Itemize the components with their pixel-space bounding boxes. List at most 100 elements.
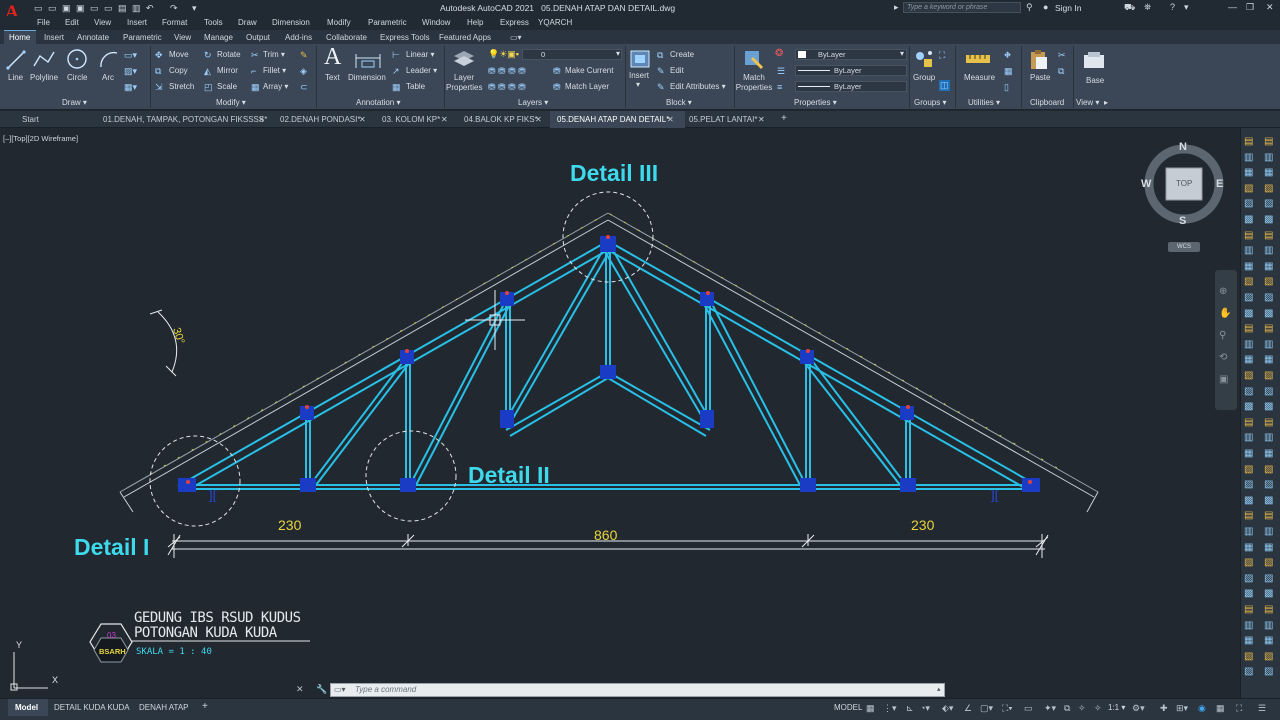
toolbar-tool-icon[interactable]: ▩ [1264,495,1273,506]
isodraft-icon[interactable]: ⬖▾ [942,703,953,714]
isolate-objects-icon[interactable]: ◉ [1198,703,1206,714]
toolbar-tool-icon[interactable]: ▩ [1244,495,1253,506]
utilities-panel-title[interactable]: Utilities ▾ [968,98,1000,107]
leader-button[interactable]: Leader ▾ [406,66,437,75]
toolbar-tool-icon[interactable]: ▥ [1244,245,1253,256]
scale-button[interactable]: Scale [217,82,237,91]
tab-view[interactable]: View [174,33,191,42]
explode-icon[interactable]: ◈ [300,66,307,77]
viewcube-north[interactable]: N [1179,141,1187,153]
new-tab-plus-icon[interactable]: + [781,113,787,124]
file-tab-close-icon[interactable]: ✕ [359,115,366,124]
measure-icon[interactable] [965,52,991,66]
annotation-monitor-icon[interactable]: ✦▾ [1044,703,1056,714]
command-prompt-icon[interactable]: ▭▾ [334,685,346,694]
tab-annotate[interactable]: Annotate [77,33,109,42]
menu-modify[interactable]: Modify [327,18,351,27]
color-dropdown-arrow-icon[interactable]: ▾ [900,49,904,58]
autodesk-a360-icon[interactable]: ⛯ [1144,2,1151,13]
layer-properties-button[interactable]: Layer Properties [446,73,482,93]
toolbar-tool-icon[interactable]: ▧ [1264,651,1273,662]
tab-home[interactable]: Home [9,33,30,42]
toolbar-tool-icon[interactable]: ▤ [1264,230,1273,241]
properties-panel-title[interactable]: Properties ▾ [794,98,837,107]
file-tab-close-icon[interactable]: ✕ [667,115,674,124]
toolbar-tool-icon[interactable]: ▥ [1244,152,1253,163]
print-icon[interactable]: ▥ [132,3,141,14]
layer-properties-icon[interactable] [452,48,476,70]
clipboard-panel-title[interactable]: Clipboard [1030,98,1064,107]
copy-button[interactable]: Copy [169,66,188,75]
toolbar-tool-icon[interactable]: ▧ [1244,651,1253,662]
toolbar-tool-icon[interactable]: ▥ [1264,245,1273,256]
base-view-icon[interactable] [1082,50,1106,70]
snap-icon[interactable]: ⋮▾ [883,703,897,714]
tab-manage[interactable]: Manage [204,33,233,42]
toolbar-tool-icon[interactable]: ▥ [1244,526,1253,537]
orbit-icon[interactable]: ⟲ [1219,352,1227,363]
file-tab-close-icon[interactable]: ✕ [441,115,448,124]
open-folder-icon[interactable]: ▭ [48,3,57,14]
toolbar-tool-icon[interactable]: ▩ [1264,214,1273,225]
toolbar-tool-icon[interactable]: ▩ [1244,214,1253,225]
toolbar-tool-icon[interactable]: ▦ [1264,542,1273,553]
redo-icon[interactable]: ↷ [170,3,178,14]
arc-button[interactable]: Arc [102,73,114,82]
stretch-button[interactable]: Stretch [169,82,194,91]
toolbar-tool-icon[interactable]: ▤ [1264,604,1273,615]
annotation-scale-icon[interactable]: ⊞▾ [1176,703,1188,714]
toolbar-tool-icon[interactable]: ▩ [1264,401,1273,412]
region-icon[interactable]: ▦▾ [124,82,137,93]
layout-tab-detail-kuda-kuda[interactable]: DETAIL KUDA KUDA [54,703,130,712]
menu-window[interactable]: Window [422,18,450,27]
view-panel-title[interactable]: View ▾ [1076,98,1099,107]
tab-insert[interactable]: Insert [44,33,64,42]
toolbar-tool-icon[interactable]: ▨ [1244,386,1253,397]
toolbar-tool-icon[interactable]: ▩ [1244,401,1253,412]
quick-select-icon[interactable]: ⛖ [1004,50,1011,61]
viewcube-top-face[interactable]: TOP [1176,179,1192,188]
file-tab-denah-atap-active[interactable]: 05.DENAH ATAP DAN DETAIL* [557,115,669,124]
draw-panel-title[interactable]: Draw ▾ [62,98,87,107]
toolbar-tool-icon[interactable]: ▤ [1244,604,1253,615]
linear-button[interactable]: Linear ▾ [406,50,435,59]
file-tab-pelat-lantai[interactable]: 05.PELAT LANTAI* [689,115,757,124]
toolbar-tool-icon[interactable]: ▥ [1264,432,1273,443]
menu-help[interactable]: Help [467,18,483,27]
rotate-button[interactable]: Rotate [217,50,241,59]
hardware-acceleration-icon[interactable]: ▦ [1216,703,1225,714]
toolbar-tool-icon[interactable]: ▥ [1264,339,1273,350]
measure-button[interactable]: Measure [964,73,995,82]
layer-dropdown-arrow-icon[interactable]: ▾ [616,49,620,58]
workspace-gear-icon[interactable]: ⚙▾ [1132,703,1145,714]
menu-tools[interactable]: Tools [204,18,223,27]
toolbar-tool-icon[interactable]: ▧ [1244,370,1253,381]
viewcube-south[interactable]: S [1179,215,1186,227]
file-tab-start[interactable]: Start [22,115,39,124]
file-tab-denah-pondasi[interactable]: 02.DENAH PONDASI* [280,115,360,124]
toolbar-tool-icon[interactable]: ▤ [1264,136,1273,147]
match-properties-icon[interactable] [742,48,764,70]
toolbar-tool-icon[interactable]: ▦ [1264,635,1273,646]
undo-icon[interactable]: ↶ [146,3,154,14]
toolbar-tool-icon[interactable]: ▨ [1264,198,1273,209]
group-icon[interactable] [913,48,935,70]
dimension-icon[interactable] [354,50,382,70]
annotation-visibility-icon[interactable]: ✧ [1078,703,1086,714]
toolbar-tool-icon[interactable]: ▨ [1264,292,1273,303]
toolbar-tool-icon[interactable]: ▨ [1244,573,1253,584]
toolbar-tool-icon[interactable]: ▧ [1264,370,1273,381]
line-button[interactable]: Line [8,73,23,82]
toolbar-tool-icon[interactable]: ▨ [1244,198,1253,209]
toolbar-tool-icon[interactable]: ▨ [1244,479,1253,490]
trim-button[interactable]: Trim ▾ [263,50,285,59]
toolbar-tool-icon[interactable]: ▥ [1244,339,1253,350]
showmotion-icon[interactable]: ▣ [1219,374,1228,385]
hatch-icon[interactable]: ▨▾ [124,66,137,77]
toolbar-tool-icon[interactable]: ▤ [1244,417,1253,428]
toolbar-tool-icon[interactable]: ▦ [1244,635,1253,646]
tab-express-tools[interactable]: Express Tools [380,33,430,42]
toolbar-tool-icon[interactable]: ▥ [1264,620,1273,631]
toolbar-tool-icon[interactable]: ▩ [1264,308,1273,319]
toolbar-tool-icon[interactable]: ▧ [1244,464,1253,475]
